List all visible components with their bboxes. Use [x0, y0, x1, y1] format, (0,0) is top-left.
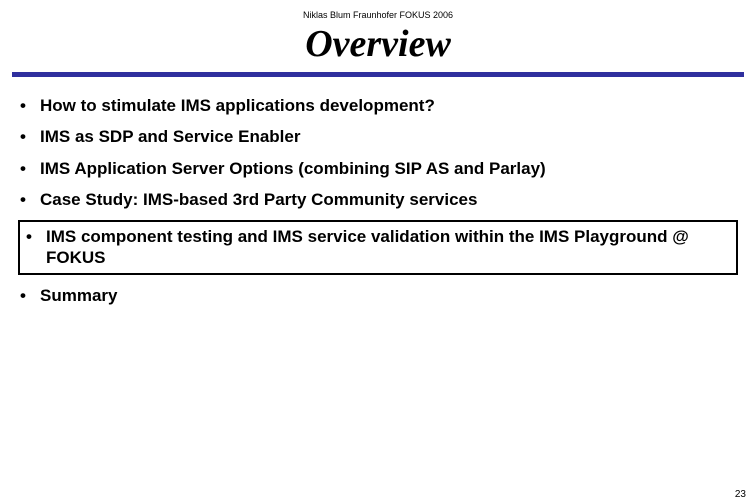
bullet-text: IMS Application Server Options (combinin…: [40, 158, 738, 179]
bullet-item: • IMS as SDP and Service Enabler: [18, 126, 738, 147]
bullet-dot-icon: •: [18, 158, 40, 179]
content-area: • How to stimulate IMS applications deve…: [0, 77, 756, 306]
bullet-dot-icon: •: [18, 95, 40, 116]
bullet-item: • IMS component testing and IMS service …: [24, 226, 732, 269]
bullet-dot-icon: •: [24, 226, 46, 247]
bullet-item: • How to stimulate IMS applications deve…: [18, 95, 738, 116]
bullet-text: IMS as SDP and Service Enabler: [40, 126, 738, 147]
bullet-text: IMS component testing and IMS service va…: [46, 226, 732, 269]
bullet-item: • Case Study: IMS-based 3rd Party Commun…: [18, 189, 738, 210]
bullet-item: • IMS Application Server Options (combin…: [18, 158, 738, 179]
page-number: 23: [735, 489, 746, 500]
bullet-text: Summary: [40, 285, 738, 306]
attribution-text: Niklas Blum Fraunhofer FOKUS 2006: [0, 0, 756, 20]
bullet-dot-icon: •: [18, 126, 40, 147]
bullet-dot-icon: •: [18, 285, 40, 306]
bullet-item: • Summary: [18, 285, 738, 306]
highlighted-bullet-box: • IMS component testing and IMS service …: [18, 220, 738, 275]
bullet-text: How to stimulate IMS applications develo…: [40, 95, 738, 116]
bullet-text: Case Study: IMS-based 3rd Party Communit…: [40, 189, 738, 210]
slide-title: Overview: [0, 22, 756, 66]
bullet-dot-icon: •: [18, 189, 40, 210]
